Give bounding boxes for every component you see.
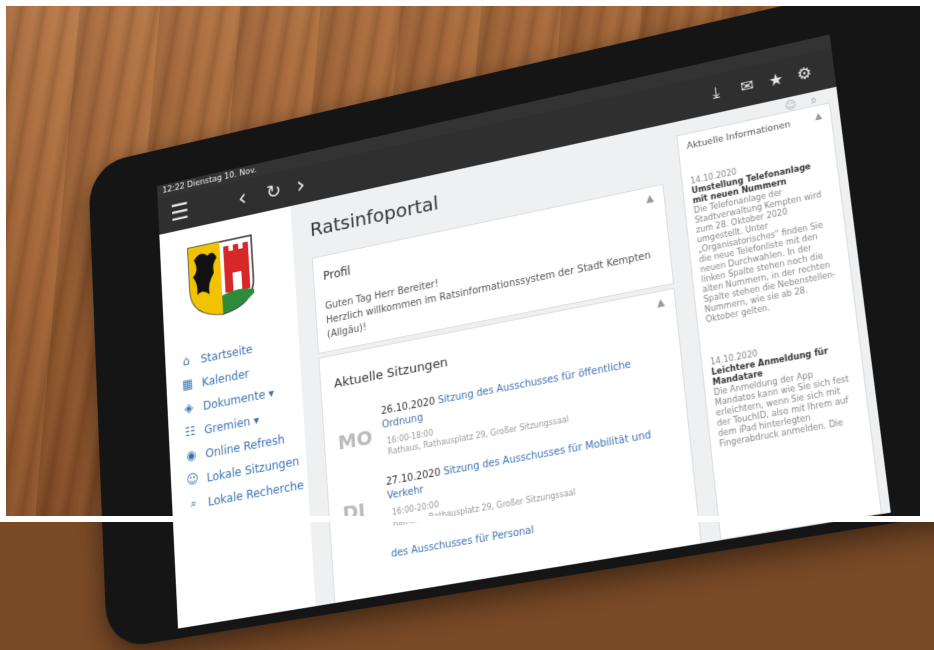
page-title: Ratsinfoportal [309,191,440,242]
reload-icon[interactable]: ↻ [266,177,282,206]
sidebar: ⌂ Startseite ▦ Kalender ◈ Dokumente ▾ ☷ … [159,206,316,629]
home-icon: ⌂ [182,353,191,370]
session-date: 27.10.2020 [385,467,441,489]
info-item: 14.10.2020 Leichtere Anmeldung für Manda… [710,332,861,450]
layers-icon: ◈ [184,400,194,417]
profil-header: Profil [322,264,351,283]
download-icon[interactable]: ⤓ [711,83,720,104]
info-header: Aktuelle Informationen [686,119,792,152]
sitzungen-header: Aktuelle Sitzungen [333,355,449,392]
chevron-right-icon[interactable]: › [296,171,306,199]
chat-icon[interactable]: ✉ [739,75,755,96]
sidebar-nav: ⌂ Startseite ▦ Kalender ◈ Dokumente ▾ ☷ … [177,328,304,518]
collapse-caret-icon[interactable]: ▲ [646,193,655,205]
info-column: ▲ Aktuelle Informationen 14.10.2020 Umst… [675,89,883,541]
user-icon: ☺ [186,471,199,489]
star-icon[interactable]: ★ [768,69,785,91]
gear-icon[interactable]: ⚙ [796,63,813,85]
city-crest-logo [184,231,259,323]
chevron-left-icon[interactable]: ‹ [237,185,247,212]
tablet-screen: 12:22 Dienstag 10. Nov. ☰ ‹ ↻ › ⤓ ✉ ★ ⚙ [157,34,891,629]
info-item: 14.10.2020 Umstellung Telefonanlage mit … [690,148,845,325]
collapse-caret-icon[interactable]: ▲ [656,297,665,309]
collapse-caret-icon[interactable]: ▲ [814,111,822,122]
search-icon[interactable]: ⌕ [810,93,818,108]
info-panel: ▲ Aktuelle Informationen 14.10.2020 Umst… [676,102,883,541]
org-chart-icon: ☷ [184,424,196,441]
search-icon: ⌕ [190,496,198,512]
calendar-icon: ▦ [181,376,194,394]
weekday-label: MO [337,424,374,455]
eye-icon: ◉ [185,448,197,465]
background-object [920,382,934,492]
main-content: Ratsinfoportal ▲ Profil Guten Tag Herr B… [299,124,710,616]
hamburger-menu-icon[interactable]: ☰ [170,197,190,226]
user-icon[interactable]: ☺ [784,98,797,113]
